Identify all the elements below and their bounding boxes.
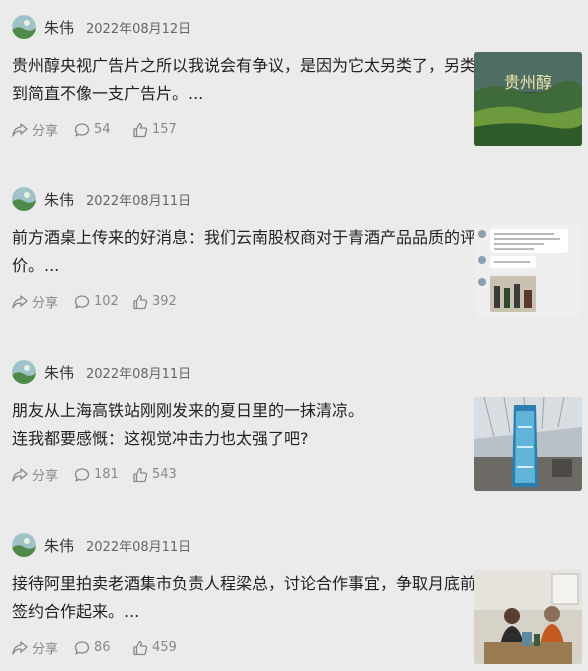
thumbs-up-icon [133, 122, 148, 137]
post-text-line: 接待阿里拍卖老酒集市负责人程梁总，讨论合作事宜，争取月底前 [12, 574, 477, 593]
thumbs-up-icon [133, 467, 148, 482]
like-count: 543 [152, 467, 177, 482]
post-feed: 朱伟 2022年08月12日 贵州醇央视广告片之所以我说会有争议，是因为它太另类… [0, 0, 588, 671]
post-text[interactable]: 贵州醇央视广告片之所以我说会有争议，是因为它太另类了，另类 到简直不像一支广告片… [12, 52, 477, 108]
share-icon [12, 122, 28, 137]
post-thumbnail[interactable] [474, 224, 582, 318]
post-text-line: 前方酒桌上传来的好消息：我们云南股权商对于青酒产品品质的评 [12, 228, 477, 247]
thumbs-up-icon [133, 294, 148, 309]
post-text-line: 到简直不像一支广告片。... [12, 84, 204, 103]
comment-button[interactable]: 102 [74, 294, 132, 310]
thumb-caption: 贵州醇 [504, 73, 552, 92]
comment-count: 54 [94, 122, 111, 137]
comment-count: 102 [94, 294, 119, 309]
post-thumbnail[interactable]: 贵州醇 [474, 52, 582, 146]
author-name[interactable]: 朱伟 [44, 362, 74, 383]
comment-count: 181 [94, 467, 119, 482]
post-author: 朱伟 2022年08月11日 [12, 359, 191, 385]
like-button[interactable]: 543 [132, 467, 177, 483]
comment-button[interactable]: 181 [74, 467, 132, 483]
post-text-line: 朋友从上海高铁站刚刚发来的夏日里的一抹清凉。 [12, 401, 365, 420]
avatar[interactable] [12, 533, 36, 557]
post-card[interactable]: 朱伟 2022年08月11日 朋友从上海高铁站刚刚发来的夏日里的一抹清凉。 连我… [0, 345, 588, 517]
post-thumbnail[interactable] [474, 570, 582, 664]
share-icon [12, 640, 28, 655]
post-author: 朱伟 2022年08月11日 [12, 532, 191, 558]
post-text-line: 连我都要感慨：这视觉冲击力也太强了吧? [12, 429, 309, 448]
post-date: 2022年08月12日 [86, 21, 192, 37]
author-name[interactable]: 朱伟 [44, 17, 74, 38]
share-button[interactable]: 分享 [12, 638, 74, 657]
post-text[interactable]: 接待阿里拍卖老酒集市负责人程梁总，讨论合作事宜，争取月底前 签约合作起来。... [12, 570, 477, 626]
like-count: 157 [152, 122, 177, 137]
share-button[interactable]: 分享 [12, 292, 74, 311]
like-button[interactable]: 157 [132, 122, 177, 138]
post-author: 朱伟 2022年08月11日 [12, 186, 191, 212]
post-author: 朱伟 2022年08月12日 [12, 14, 191, 40]
comment-icon [74, 467, 90, 481]
avatar[interactable] [12, 360, 36, 384]
comment-count: 86 [94, 640, 111, 655]
post-actions: 分享 54 157 [12, 120, 177, 139]
post-text-line: 贵州醇央视广告片之所以我说会有争议，是因为它太另类了，另类 [12, 56, 477, 75]
share-label: 分享 [32, 469, 59, 484]
share-label: 分享 [32, 124, 59, 139]
post-text-line: 签约合作起来。... [12, 602, 140, 621]
author-name[interactable]: 朱伟 [44, 535, 74, 556]
post-actions: 分享 102 392 [12, 292, 177, 311]
post-date: 2022年08月11日 [86, 366, 192, 382]
post-card[interactable]: 朱伟 2022年08月12日 贵州醇央视广告片之所以我说会有争议，是因为它太另类… [0, 0, 588, 172]
post-date: 2022年08月11日 [86, 193, 192, 209]
post-actions: 分享 181 543 [12, 465, 177, 484]
post-card[interactable]: 朱伟 2022年08月11日 接待阿里拍卖老酒集市负责人程梁总，讨论合作事宜，争… [0, 518, 588, 671]
comment-icon [74, 294, 90, 308]
like-count: 459 [152, 640, 177, 655]
comment-icon [74, 122, 90, 136]
post-card[interactable]: 朱伟 2022年08月11日 前方酒桌上传来的好消息：我们云南股权商对于青酒产品… [0, 172, 588, 344]
share-button[interactable]: 分享 [12, 120, 74, 139]
post-date: 2022年08月11日 [86, 539, 192, 555]
post-text[interactable]: 朋友从上海高铁站刚刚发来的夏日里的一抹清凉。 连我都要感慨：这视觉冲击力也太强了… [12, 397, 462, 453]
comment-button[interactable]: 86 [74, 640, 132, 656]
comment-button[interactable]: 54 [74, 122, 132, 138]
post-text-line: 价。... [12, 256, 60, 275]
share-icon [12, 294, 28, 309]
share-label: 分享 [32, 296, 59, 311]
like-count: 392 [152, 294, 177, 309]
avatar[interactable] [12, 187, 36, 211]
share-label: 分享 [32, 642, 59, 657]
post-thumbnail[interactable] [474, 397, 582, 491]
comment-icon [74, 640, 90, 654]
author-name[interactable]: 朱伟 [44, 189, 74, 210]
share-button[interactable]: 分享 [12, 465, 74, 484]
like-button[interactable]: 392 [132, 294, 177, 310]
like-button[interactable]: 459 [132, 640, 177, 656]
post-text[interactable]: 前方酒桌上传来的好消息：我们云南股权商对于青酒产品品质的评 价。... [12, 224, 477, 280]
share-icon [12, 467, 28, 482]
thumbs-up-icon [133, 640, 148, 655]
post-actions: 分享 86 459 [12, 638, 177, 657]
avatar[interactable] [12, 15, 36, 39]
